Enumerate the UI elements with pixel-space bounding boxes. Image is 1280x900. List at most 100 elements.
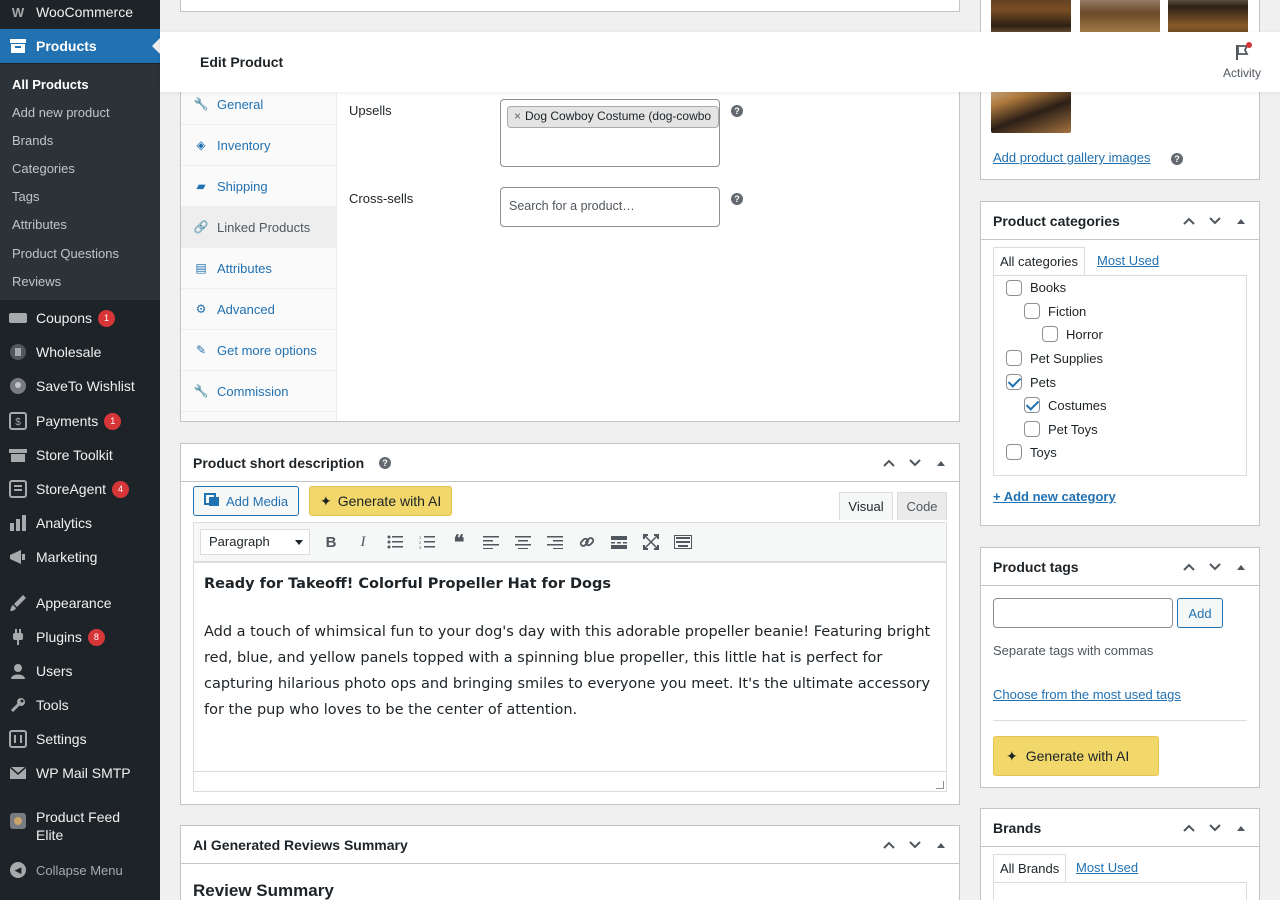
tab-most-used[interactable]: Most Used: [1070, 854, 1144, 881]
remove-icon[interactable]: ×: [514, 109, 521, 123]
chevron-down-icon[interactable]: [1205, 557, 1225, 577]
toggle-triangle-icon[interactable]: [1231, 211, 1251, 231]
chevron-down-icon[interactable]: [1205, 818, 1225, 838]
read-more-icon[interactable]: [606, 529, 632, 555]
tab-advanced[interactable]: ⚙ Advanced: [181, 289, 337, 330]
bullet-list-icon[interactable]: [382, 529, 408, 555]
description-heading: Ready for Takeoff! Colorful Propeller Ha…: [204, 576, 612, 592]
format-select[interactable]: Paragraph: [200, 529, 310, 555]
tab-most-used[interactable]: Most Used: [1091, 247, 1165, 274]
menu-analytics[interactable]: Analytics: [0, 506, 160, 540]
menu-storeagent[interactable]: StoreAgent 4: [0, 472, 160, 506]
page-header: Edit Product Activity: [160, 32, 1280, 92]
menu-saveto-wishlist[interactable]: SaveTo Wishlist: [0, 369, 160, 403]
category-checkbox-checked[interactable]: [1024, 397, 1040, 413]
align-left-icon[interactable]: [478, 529, 504, 555]
submenu-product-questions[interactable]: Product Questions: [12, 246, 119, 261]
toggle-triangle-icon[interactable]: [1231, 557, 1251, 577]
align-center-icon[interactable]: [510, 529, 536, 555]
tab-all-brands[interactable]: All Brands: [993, 854, 1067, 883]
submenu-add-new-product[interactable]: Add new product: [12, 105, 110, 120]
upsell-chip[interactable]: × Dog Cowboy Costume (dog-cowbo: [507, 106, 719, 128]
submenu-categories[interactable]: Categories: [12, 161, 75, 176]
upsells-select[interactable]: × Dog Cowboy Costume (dog-cowbo: [500, 99, 720, 167]
category-checkbox[interactable]: [1042, 326, 1058, 342]
link-icon[interactable]: [574, 529, 600, 555]
submenu-tags[interactable]: Tags: [12, 189, 39, 204]
generate-tags-ai-button[interactable]: ✦ Generate with AI: [993, 736, 1159, 776]
activity-button[interactable]: Activity: [1212, 42, 1272, 80]
tab-shipping[interactable]: ▰ Shipping: [181, 166, 337, 207]
panel-title: Product tags: [993, 559, 1079, 575]
choose-most-used-tags-link[interactable]: Choose from the most used tags: [993, 687, 1181, 702]
chevron-down-icon[interactable]: [1205, 211, 1225, 231]
add-tag-button[interactable]: Add: [1177, 598, 1223, 628]
menu-payments[interactable]: $ Payments 1: [0, 404, 160, 438]
tab-linked-products[interactable]: 🔗 Linked Products: [181, 207, 337, 248]
numbered-list-icon[interactable]: 123: [414, 529, 440, 555]
divider: [993, 720, 1247, 721]
category-checkbox[interactable]: [1006, 444, 1022, 460]
chevron-up-icon[interactable]: [879, 835, 899, 855]
category-checkbox-checked[interactable]: [1006, 374, 1022, 390]
tab-commission[interactable]: 🔧 Commission: [181, 371, 337, 412]
menu-wholesale[interactable]: Wholesale: [0, 335, 160, 369]
panel-title: Product short description: [193, 455, 365, 471]
resize-handle-icon[interactable]: [936, 781, 944, 789]
svg-text:3: 3: [419, 545, 422, 549]
plugin-icon: ✎: [195, 343, 207, 357]
menu-coupons[interactable]: Coupons 1: [0, 301, 160, 335]
menu-users[interactable]: Users: [0, 654, 160, 688]
blockquote-icon[interactable]: ❝: [446, 529, 472, 555]
crosssells-search-input[interactable]: Search for a product…: [500, 187, 720, 227]
menu-appearance[interactable]: Appearance: [0, 586, 160, 620]
chevron-up-icon[interactable]: [1179, 818, 1199, 838]
collapse-menu-button[interactable]: ◀ Collapse Menu: [0, 853, 160, 887]
chevron-up-icon[interactable]: [1179, 557, 1199, 577]
tab-code[interactable]: Code: [897, 492, 947, 520]
menu-woocommerce[interactable]: W WooCommerce: [0, 0, 160, 29]
generate-ai-button[interactable]: ✦ Generate with AI: [309, 486, 453, 516]
bold-icon[interactable]: B: [318, 529, 344, 555]
menu-products[interactable]: Products: [0, 29, 160, 63]
editor-content[interactable]: Ready for Takeoff! Colorful Propeller Ha…: [193, 562, 947, 772]
chevron-down-icon[interactable]: [905, 453, 925, 473]
add-new-category-link[interactable]: + Add new category: [993, 489, 1116, 504]
submenu-attributes[interactable]: Attributes: [12, 217, 67, 232]
menu-tools[interactable]: Tools: [0, 688, 160, 722]
menu-settings[interactable]: Settings: [0, 722, 160, 756]
submenu-brands[interactable]: Brands: [12, 133, 53, 148]
menu-plugins[interactable]: Plugins 8: [0, 620, 160, 654]
tab-get-more-options[interactable]: ✎ Get more options: [181, 330, 337, 371]
menu-marketing[interactable]: Marketing: [0, 540, 160, 574]
align-right-icon[interactable]: [542, 529, 568, 555]
submenu-all-products[interactable]: All Products: [12, 77, 89, 92]
tag-input[interactable]: [993, 598, 1173, 628]
category-checkbox[interactable]: [1006, 350, 1022, 366]
chevron-down-icon[interactable]: [905, 835, 925, 855]
category-checkbox[interactable]: [1006, 280, 1022, 296]
toggle-triangle-icon[interactable]: [931, 453, 951, 473]
add-gallery-images-link[interactable]: Add product gallery images: [993, 150, 1151, 165]
toggle-triangle-icon[interactable]: [1231, 818, 1251, 838]
menu-wp-mail-smtp[interactable]: WP Mail SMTP: [0, 756, 160, 790]
tab-attributes[interactable]: ▤ Attributes: [181, 248, 337, 289]
italic-icon[interactable]: I: [350, 529, 376, 555]
brands-panel: Brands All Brands Most Used: [980, 808, 1260, 900]
panel-title: Brands: [993, 820, 1042, 836]
chevron-up-icon[interactable]: [879, 453, 899, 473]
menu-product-feed-elite[interactable]: Product Feed Elite: [0, 808, 160, 848]
submenu-reviews[interactable]: Reviews: [12, 274, 61, 289]
category-checkbox[interactable]: [1024, 303, 1040, 319]
tab-visual[interactable]: Visual: [839, 492, 893, 520]
toggle-triangle-icon[interactable]: [931, 835, 951, 855]
category-checkbox[interactable]: [1024, 421, 1040, 437]
keyboard-icon[interactable]: [670, 529, 696, 555]
add-media-button[interactable]: Add Media: [193, 486, 300, 516]
tab-inventory[interactable]: ◈ Inventory: [181, 125, 337, 166]
fullscreen-icon[interactable]: [638, 529, 664, 555]
menu-store-toolkit[interactable]: Store Toolkit: [0, 438, 160, 472]
chevron-up-icon[interactable]: [1179, 211, 1199, 231]
product-data-panel: 🔧 General ◈ Inventory ▰ Shipping 🔗 Linked Pr…: [180, 92, 960, 422]
tab-all-categories[interactable]: All categories: [993, 247, 1086, 276]
